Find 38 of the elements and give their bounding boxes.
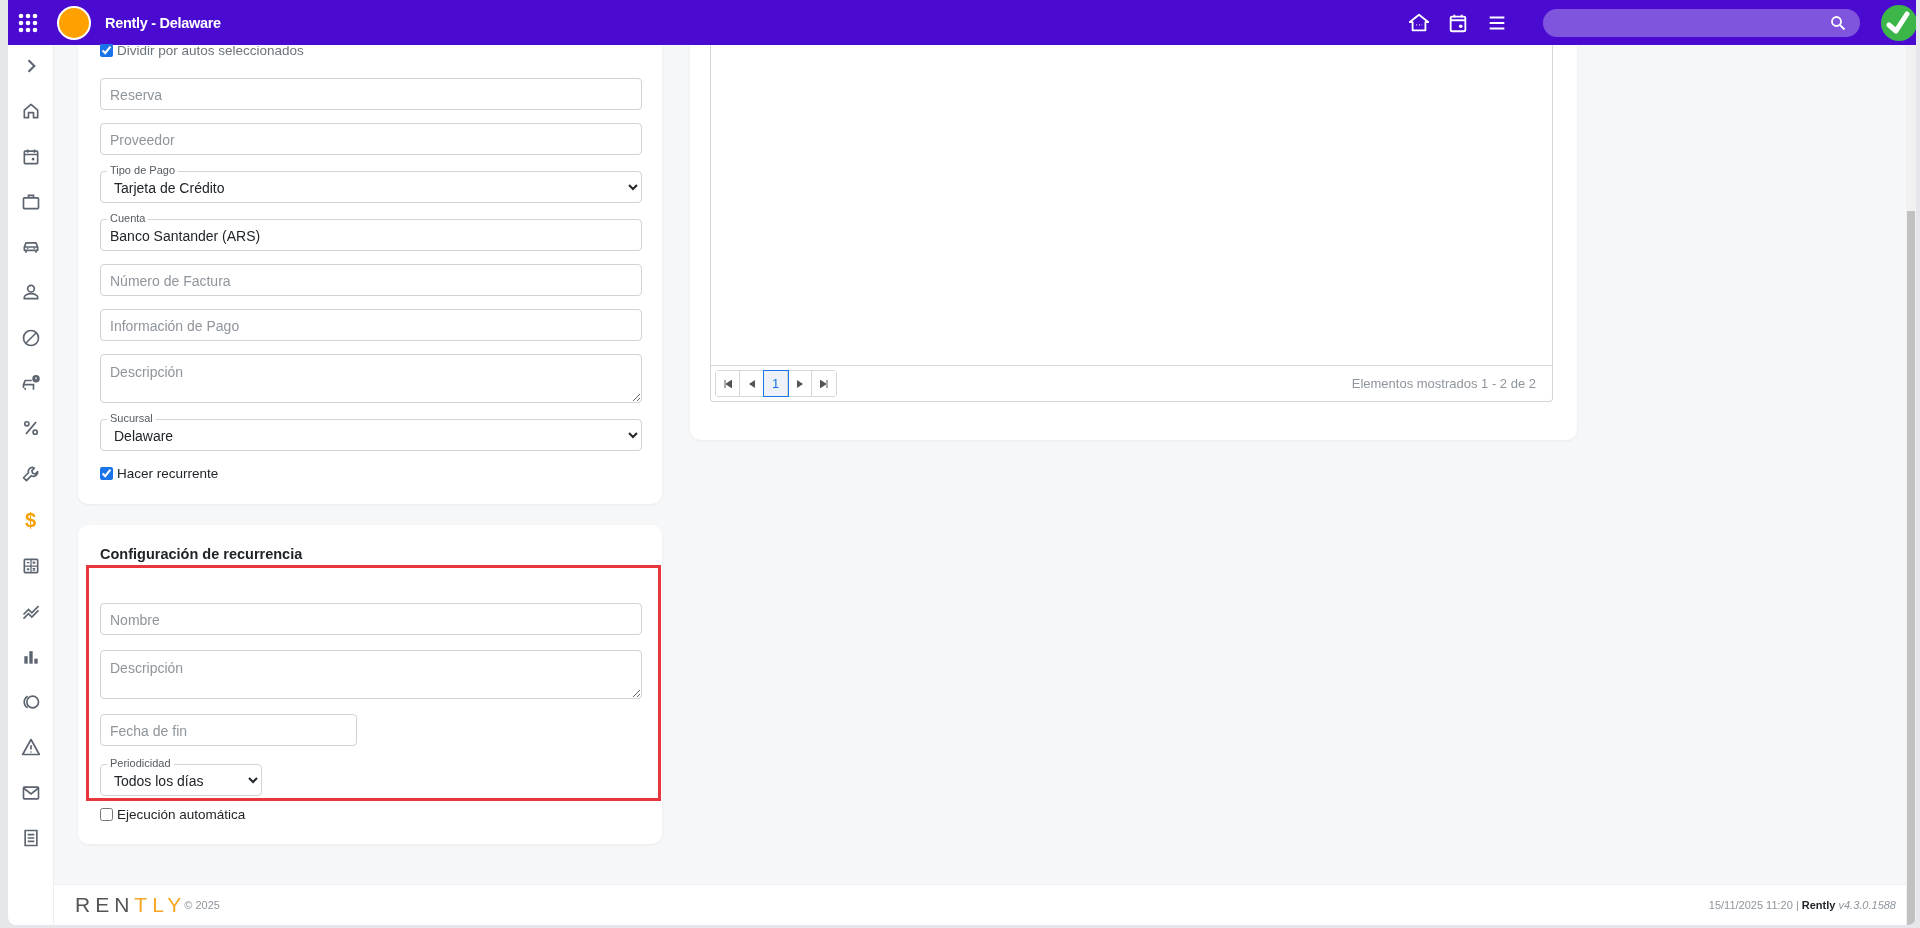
page-button[interactable]: 1 bbox=[764, 371, 788, 396]
check-status-icon[interactable] bbox=[1879, 2, 1916, 43]
input-field[interactable]: Nombre bbox=[100, 603, 642, 635]
checkbox[interactable] bbox=[100, 466, 113, 480]
first-page-button[interactable] bbox=[716, 371, 740, 396]
field-label: Tipo de Pago bbox=[107, 164, 179, 177]
checkbox[interactable] bbox=[100, 807, 113, 821]
search-icon[interactable] bbox=[1830, 14, 1846, 31]
checkbox[interactable] bbox=[100, 43, 113, 57]
wrench-icon[interactable] bbox=[20, 463, 41, 484]
input-field[interactable]: Reserva bbox=[100, 78, 642, 110]
checkbox-label: Dividir por autos seleccionados bbox=[117, 42, 304, 58]
section-title: Configuración de recurrencia bbox=[100, 546, 304, 562]
input-field[interactable]: Fecha de fin bbox=[100, 714, 357, 746]
apps-grid-icon[interactable] bbox=[18, 12, 38, 33]
version-info: 15/11/2025 11:20 | Rently v4.3.0.1588 bbox=[1708, 899, 1896, 911]
brand-logo[interactable] bbox=[57, 5, 91, 40]
field-label: Cuenta bbox=[107, 212, 149, 225]
text-area[interactable]: Descripción bbox=[100, 354, 642, 403]
search-field[interactable] bbox=[1543, 8, 1860, 37]
field-label: Sucursal bbox=[107, 412, 156, 425]
checkbox-label: Ejecución automática bbox=[117, 806, 246, 822]
next-page-icon bbox=[795, 379, 804, 388]
pager-info: Elementos mostrados 1 - 2 de 2 bbox=[1351, 376, 1536, 391]
input-field[interactable]: Información de Pago bbox=[100, 309, 642, 341]
field-label: Periodicidad bbox=[107, 757, 174, 770]
warning-icon[interactable] bbox=[20, 737, 41, 758]
prohibited-icon[interactable] bbox=[20, 327, 41, 348]
input-field[interactable]: Número de Factura bbox=[100, 264, 642, 296]
app-title: Rently - Delaware bbox=[105, 14, 221, 31]
scrollbar[interactable] bbox=[1906, 45, 1916, 925]
input-field[interactable]: Proveedor bbox=[100, 123, 642, 155]
last-page-icon bbox=[820, 379, 828, 388]
home-icon[interactable] bbox=[1408, 11, 1430, 34]
first-page-icon bbox=[723, 379, 732, 388]
text-area[interactable]: Descripción bbox=[100, 650, 642, 699]
checkbox-label: Hacer recurrente bbox=[117, 465, 219, 481]
previous-page-icon bbox=[747, 379, 756, 388]
